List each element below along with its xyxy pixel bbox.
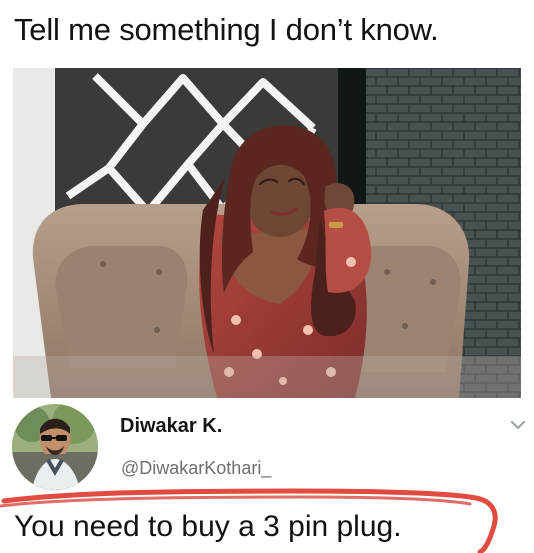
meme-caption: Tell me something I don’t know. bbox=[14, 12, 439, 47]
author-display-name[interactable]: Diwakar K. bbox=[120, 415, 222, 438]
author-handle[interactable]: @DiwakarKothari_ bbox=[121, 458, 271, 479]
avatar-illustration bbox=[12, 404, 98, 490]
meme-photo bbox=[13, 68, 521, 398]
meme-screenshot: Tell me something I don’t know. Diwakar … bbox=[0, 0, 534, 553]
profile-avatar[interactable] bbox=[12, 404, 98, 490]
chevron-down-icon[interactable] bbox=[511, 420, 525, 430]
photo-illustration bbox=[13, 68, 521, 398]
reply-text: You need to buy a 3 pin plug. bbox=[14, 510, 402, 543]
reply-tweet: Diwakar K. @DiwakarKothari_ You need to … bbox=[0, 398, 534, 553]
